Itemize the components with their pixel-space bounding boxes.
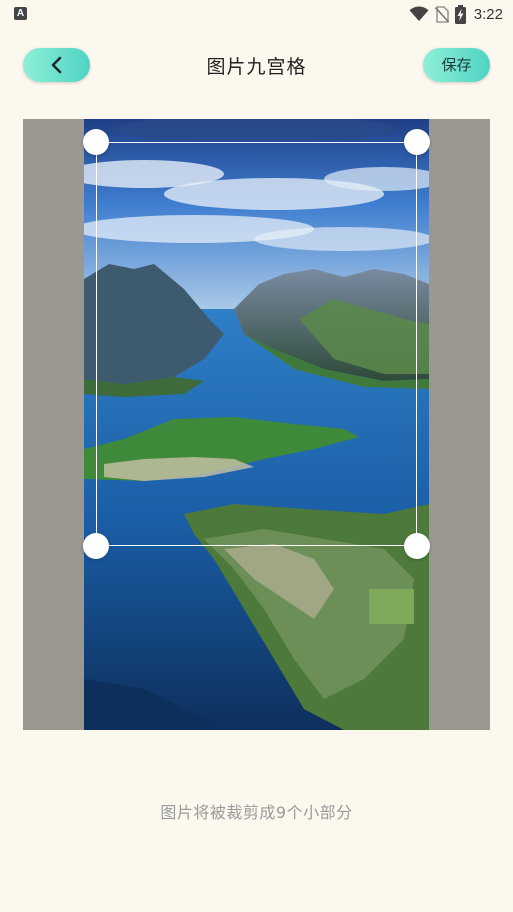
crop-handle-top-right[interactable] [404, 129, 430, 155]
notification-a-icon: A [14, 7, 27, 20]
battery-charging-icon [454, 4, 466, 24]
status-icons: 3:22 [409, 4, 503, 24]
wifi-icon [409, 6, 429, 22]
crop-handle-bottom-left[interactable] [83, 533, 109, 559]
save-button[interactable]: 保存 [423, 48, 490, 82]
no-sim-icon [434, 5, 449, 23]
crop-handle-bottom-right[interactable] [404, 533, 430, 559]
crop-hint-text: 图片将被裁剪成9个小部分 [160, 803, 353, 822]
status-bar: A 3:22 [0, 0, 513, 28]
crop-frame[interactable] [96, 142, 417, 546]
image-editor-area[interactable] [23, 119, 490, 730]
clock: 3:22 [473, 5, 503, 23]
crop-handle-top-left[interactable] [83, 129, 109, 155]
